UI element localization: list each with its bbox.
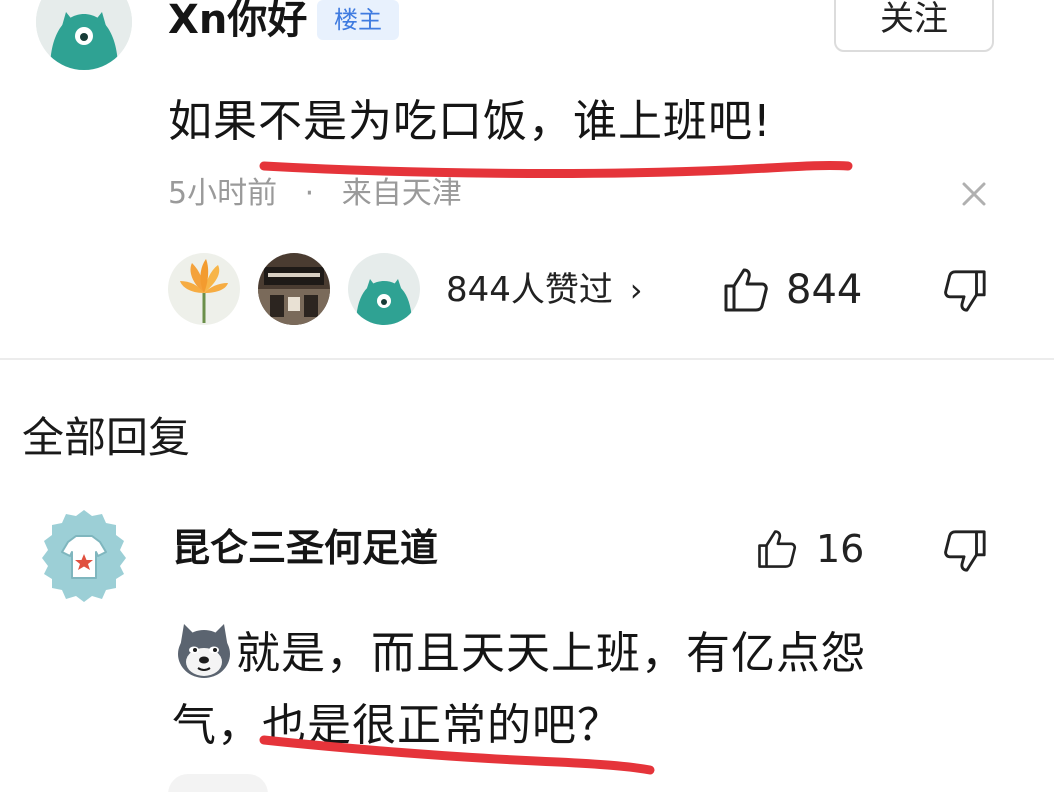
all-replies-title: 全部回复	[22, 413, 191, 462]
thumb-down-icon[interactable]	[942, 528, 988, 574]
liker-avatar-teal[interactable]	[348, 253, 420, 325]
liker-avatar-flower[interactable]	[168, 253, 240, 325]
reply-text-line1: 就是，而且天天上班，有亿点怨	[236, 628, 866, 679]
lily-flower-avatar-icon	[168, 253, 240, 325]
likers-summary-text: 844人赞过	[446, 270, 613, 310]
reply-author-name[interactable]: 昆仑三圣何足道	[172, 520, 438, 576]
more-replies-chip[interactable]	[168, 774, 268, 792]
storefront-avatar-icon	[258, 253, 330, 325]
post-time: 5小时前	[168, 176, 278, 211]
reply-like-count: 16	[816, 527, 865, 571]
likers-summary[interactable]: 844人赞过 ›	[446, 266, 643, 314]
post-author-avatar[interactable]	[36, 0, 132, 70]
post-like-count: 844	[786, 267, 863, 313]
thumb-up-icon[interactable]	[756, 528, 798, 570]
teal-monster-avatar-icon	[348, 253, 420, 325]
thumb-down-icon[interactable]	[942, 268, 988, 314]
meta-separator: ·	[304, 176, 315, 211]
comment-thread: Xn你好 楼主 关注 如果不是为吃口饭，谁上班吧! 5小时前 · 来自天津 84…	[0, 0, 1054, 792]
op-badge: 楼主	[317, 0, 399, 40]
post-location: 来自天津	[341, 176, 462, 211]
post-text: 如果不是为吃口饭，谁上班吧!	[168, 96, 772, 147]
liker-avatar-shop[interactable]	[258, 253, 330, 325]
follow-button[interactable]: 关注	[834, 0, 994, 52]
tshirt-badge-avatar-icon	[42, 510, 126, 602]
reply-text-red-underline	[259, 735, 655, 775]
reply-author-avatar[interactable]	[36, 508, 132, 604]
emoji-spacer	[172, 620, 236, 680]
post-author-name[interactable]: Xn你好	[168, 0, 307, 46]
close-icon[interactable]	[956, 176, 992, 212]
post-meta: 5小时前 · 来自天津	[168, 170, 462, 218]
chevron-right-icon: ›	[629, 271, 643, 309]
teal-monster-avatar-icon	[36, 0, 132, 70]
section-divider	[0, 358, 1054, 360]
thumb-up-icon[interactable]	[722, 266, 770, 314]
